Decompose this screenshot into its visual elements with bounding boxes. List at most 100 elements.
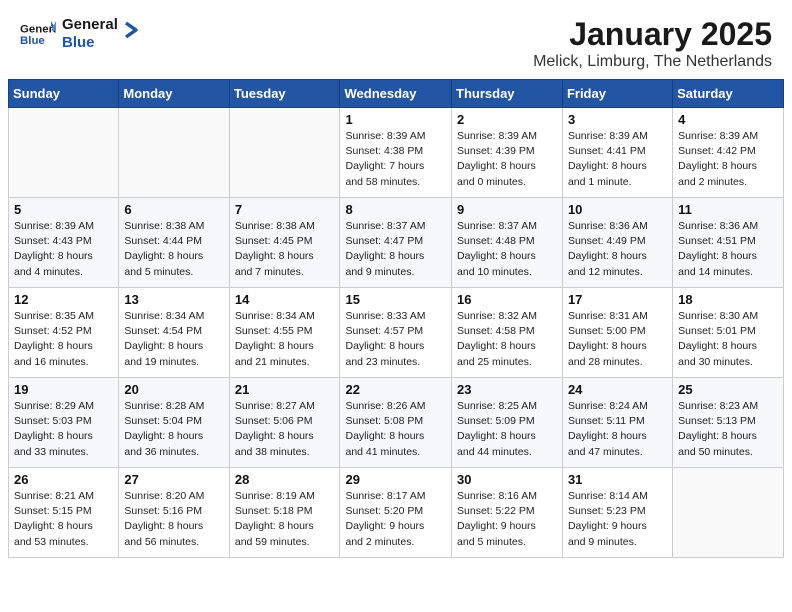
- day-number: 10: [568, 202, 667, 217]
- day-cell: 15 Sunrise: 8:33 AMSunset: 4:57 PMDayligh…: [340, 288, 452, 378]
- day-info: Sunrise: 8:25 AMSunset: 5:09 PMDaylight:…: [457, 399, 557, 460]
- day-number: 20: [124, 382, 223, 397]
- main-title: January 2025: [533, 16, 772, 53]
- day-info: Sunrise: 8:39 AMSunset: 4:38 PMDaylight:…: [345, 129, 446, 190]
- day-number: 24: [568, 382, 667, 397]
- day-number: 30: [457, 472, 557, 487]
- day-number: 9: [457, 202, 557, 217]
- day-number: 26: [14, 472, 113, 487]
- day-info: Sunrise: 8:21 AMSunset: 5:15 PMDaylight:…: [14, 489, 113, 550]
- day-number: 13: [124, 292, 223, 307]
- day-number: 31: [568, 472, 667, 487]
- day-info: Sunrise: 8:16 AMSunset: 5:22 PMDaylight:…: [457, 489, 557, 550]
- day-number: 2: [457, 112, 557, 127]
- weekday-header-friday: Friday: [562, 80, 672, 108]
- day-info: Sunrise: 8:39 AMSunset: 4:39 PMDaylight:…: [457, 129, 557, 190]
- logo-blue: Blue: [62, 34, 118, 52]
- weekday-header-monday: Monday: [119, 80, 229, 108]
- day-number: 1: [345, 112, 446, 127]
- day-cell: 9 Sunrise: 8:37 AMSunset: 4:48 PMDaylight…: [452, 198, 563, 288]
- day-number: 22: [345, 382, 446, 397]
- day-cell: 28 Sunrise: 8:19 AMSunset: 5:18 PMDayligh…: [229, 468, 340, 558]
- day-info: Sunrise: 8:38 AMSunset: 4:44 PMDaylight:…: [124, 219, 223, 280]
- day-info: Sunrise: 8:32 AMSunset: 4:58 PMDaylight:…: [457, 309, 557, 370]
- day-info: Sunrise: 8:39 AMSunset: 4:42 PMDaylight:…: [678, 129, 778, 190]
- day-number: 5: [14, 202, 113, 217]
- day-number: 17: [568, 292, 667, 307]
- day-cell: 21 Sunrise: 8:27 AMSunset: 5:06 PMDayligh…: [229, 378, 340, 468]
- logo: General Blue General Blue: [20, 16, 142, 52]
- page-header: General Blue General Blue January 2025 M…: [0, 0, 792, 79]
- day-cell: 17Sunrise: 8:31 AMSunset: 5:00 PMDayligh…: [562, 288, 672, 378]
- day-info: Sunrise: 8:14 AMSunset: 5:23 PMDaylight:…: [568, 489, 667, 550]
- day-cell: 25Sunrise: 8:23 AMSunset: 5:13 PMDayligh…: [673, 378, 784, 468]
- weekday-header-wednesday: Wednesday: [340, 80, 452, 108]
- day-cell: 29 Sunrise: 8:17 AMSunset: 5:20 PMDayligh…: [340, 468, 452, 558]
- day-number: 4: [678, 112, 778, 127]
- day-number: 19: [14, 382, 113, 397]
- day-cell: 2 Sunrise: 8:39 AMSunset: 4:39 PMDaylight…: [452, 108, 563, 198]
- day-cell: 19Sunrise: 8:29 AMSunset: 5:03 PMDayligh…: [9, 378, 119, 468]
- title-block: January 2025 Melick, Limburg, The Nether…: [533, 16, 772, 71]
- calendar-body: 1 Sunrise: 8:39 AMSunset: 4:38 PMDaylight…: [9, 108, 784, 558]
- day-cell: 14Sunrise: 8:34 AMSunset: 4:55 PMDayligh…: [229, 288, 340, 378]
- day-info: Sunrise: 8:24 AMSunset: 5:11 PMDaylight:…: [568, 399, 667, 460]
- day-cell: 22 Sunrise: 8:26 AMSunset: 5:08 PMDayligh…: [340, 378, 452, 468]
- day-info: Sunrise: 8:39 AMSunset: 4:43 PMDaylight:…: [14, 219, 113, 280]
- calendar-table: SundayMondayTuesdayWednesdayThursdayFrid…: [8, 79, 784, 558]
- day-cell: 7 Sunrise: 8:38 AMSunset: 4:45 PMDaylight…: [229, 198, 340, 288]
- day-number: 11: [678, 202, 778, 217]
- day-cell: 13Sunrise: 8:34 AMSunset: 4:54 PMDayligh…: [119, 288, 229, 378]
- weekday-header-saturday: Saturday: [673, 80, 784, 108]
- day-cell: 27Sunrise: 8:20 AMSunset: 5:16 PMDayligh…: [119, 468, 229, 558]
- calendar-header: SundayMondayTuesdayWednesdayThursdayFrid…: [9, 80, 784, 108]
- day-info: Sunrise: 8:37 AMSunset: 4:47 PMDaylight:…: [345, 219, 446, 280]
- day-number: 15: [345, 292, 446, 307]
- day-cell: 31 Sunrise: 8:14 AMSunset: 5:23 PMDayligh…: [562, 468, 672, 558]
- svg-text:General: General: [20, 23, 56, 35]
- calendar-wrap: SundayMondayTuesdayWednesdayThursdayFrid…: [0, 79, 792, 566]
- day-number: 23: [457, 382, 557, 397]
- day-cell: 11 Sunrise: 8:36 AMSunset: 4:51 PMDayligh…: [673, 198, 784, 288]
- day-cell: 18Sunrise: 8:30 AMSunset: 5:01 PMDayligh…: [673, 288, 784, 378]
- day-number: 12: [14, 292, 113, 307]
- day-number: 14: [235, 292, 335, 307]
- day-info: Sunrise: 8:36 AMSunset: 4:51 PMDaylight:…: [678, 219, 778, 280]
- day-cell: 5 Sunrise: 8:39 AMSunset: 4:43 PMDaylight…: [9, 198, 119, 288]
- day-info: Sunrise: 8:19 AMSunset: 5:18 PMDaylight:…: [235, 489, 335, 550]
- weekday-header-thursday: Thursday: [452, 80, 563, 108]
- day-cell: 12 Sunrise: 8:35 AMSunset: 4:52 PMDayligh…: [9, 288, 119, 378]
- day-cell: [673, 468, 784, 558]
- week-row-1: 1 Sunrise: 8:39 AMSunset: 4:38 PMDaylight…: [9, 108, 784, 198]
- svg-text:Blue: Blue: [20, 35, 45, 47]
- day-info: Sunrise: 8:17 AMSunset: 5:20 PMDaylight:…: [345, 489, 446, 550]
- day-cell: 1 Sunrise: 8:39 AMSunset: 4:38 PMDaylight…: [340, 108, 452, 198]
- day-number: 29: [345, 472, 446, 487]
- day-cell: 26 Sunrise: 8:21 AMSunset: 5:15 PMDayligh…: [9, 468, 119, 558]
- day-number: 28: [235, 472, 335, 487]
- day-cell: 6 Sunrise: 8:38 AMSunset: 4:44 PMDaylight…: [119, 198, 229, 288]
- day-info: Sunrise: 8:28 AMSunset: 5:04 PMDaylight:…: [124, 399, 223, 460]
- day-info: Sunrise: 8:26 AMSunset: 5:08 PMDaylight:…: [345, 399, 446, 460]
- day-number: 21: [235, 382, 335, 397]
- day-info: Sunrise: 8:36 AMSunset: 4:49 PMDaylight:…: [568, 219, 667, 280]
- day-info: Sunrise: 8:27 AMSunset: 5:06 PMDaylight:…: [235, 399, 335, 460]
- day-cell: 8Sunrise: 8:37 AMSunset: 4:47 PMDaylight…: [340, 198, 452, 288]
- day-info: Sunrise: 8:33 AMSunset: 4:57 PMDaylight:…: [345, 309, 446, 370]
- day-number: 7: [235, 202, 335, 217]
- day-cell: 23 Sunrise: 8:25 AMSunset: 5:09 PMDayligh…: [452, 378, 563, 468]
- day-number: 6: [124, 202, 223, 217]
- logo-chevron-icon: [120, 19, 142, 41]
- day-cell: 3Sunrise: 8:39 AMSunset: 4:41 PMDaylight…: [562, 108, 672, 198]
- day-cell: 24 Sunrise: 8:24 AMSunset: 5:11 PMDayligh…: [562, 378, 672, 468]
- day-info: Sunrise: 8:38 AMSunset: 4:45 PMDaylight:…: [235, 219, 335, 280]
- day-cell: 10 Sunrise: 8:36 AMSunset: 4:49 PMDayligh…: [562, 198, 672, 288]
- day-info: Sunrise: 8:30 AMSunset: 5:01 PMDaylight:…: [678, 309, 778, 370]
- day-cell: [9, 108, 119, 198]
- day-number: 3: [568, 112, 667, 127]
- day-info: Sunrise: 8:37 AMSunset: 4:48 PMDaylight:…: [457, 219, 557, 280]
- day-info: Sunrise: 8:23 AMSunset: 5:13 PMDaylight:…: [678, 399, 778, 460]
- day-info: Sunrise: 8:35 AMSunset: 4:52 PMDaylight:…: [14, 309, 113, 370]
- day-cell: 4 Sunrise: 8:39 AMSunset: 4:42 PMDaylight…: [673, 108, 784, 198]
- day-cell: 20 Sunrise: 8:28 AMSunset: 5:04 PMDayligh…: [119, 378, 229, 468]
